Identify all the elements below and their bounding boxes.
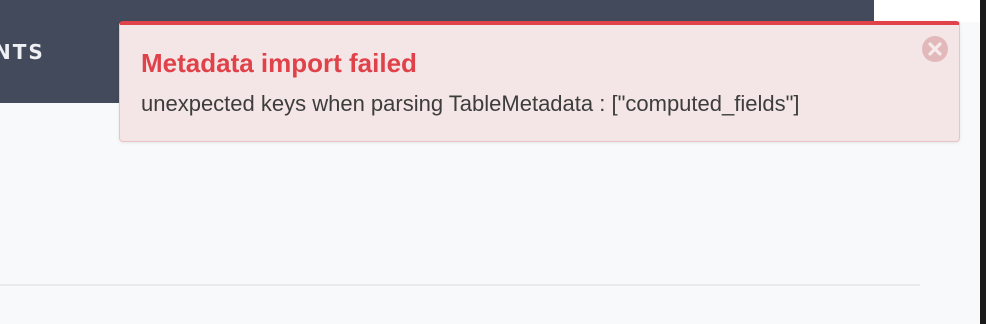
nav-tab-partial[interactable]: NTS [0, 40, 45, 64]
error-notification: Metadata import failed unexpected keys w… [119, 21, 960, 142]
content-divider [0, 284, 920, 286]
notification-message: unexpected keys when parsing TableMetada… [141, 91, 800, 116]
close-circle-icon[interactable] [921, 35, 949, 63]
header-background [874, 0, 980, 22]
notification-title: Metadata import failed [141, 48, 417, 78]
window-edge [980, 0, 986, 324]
